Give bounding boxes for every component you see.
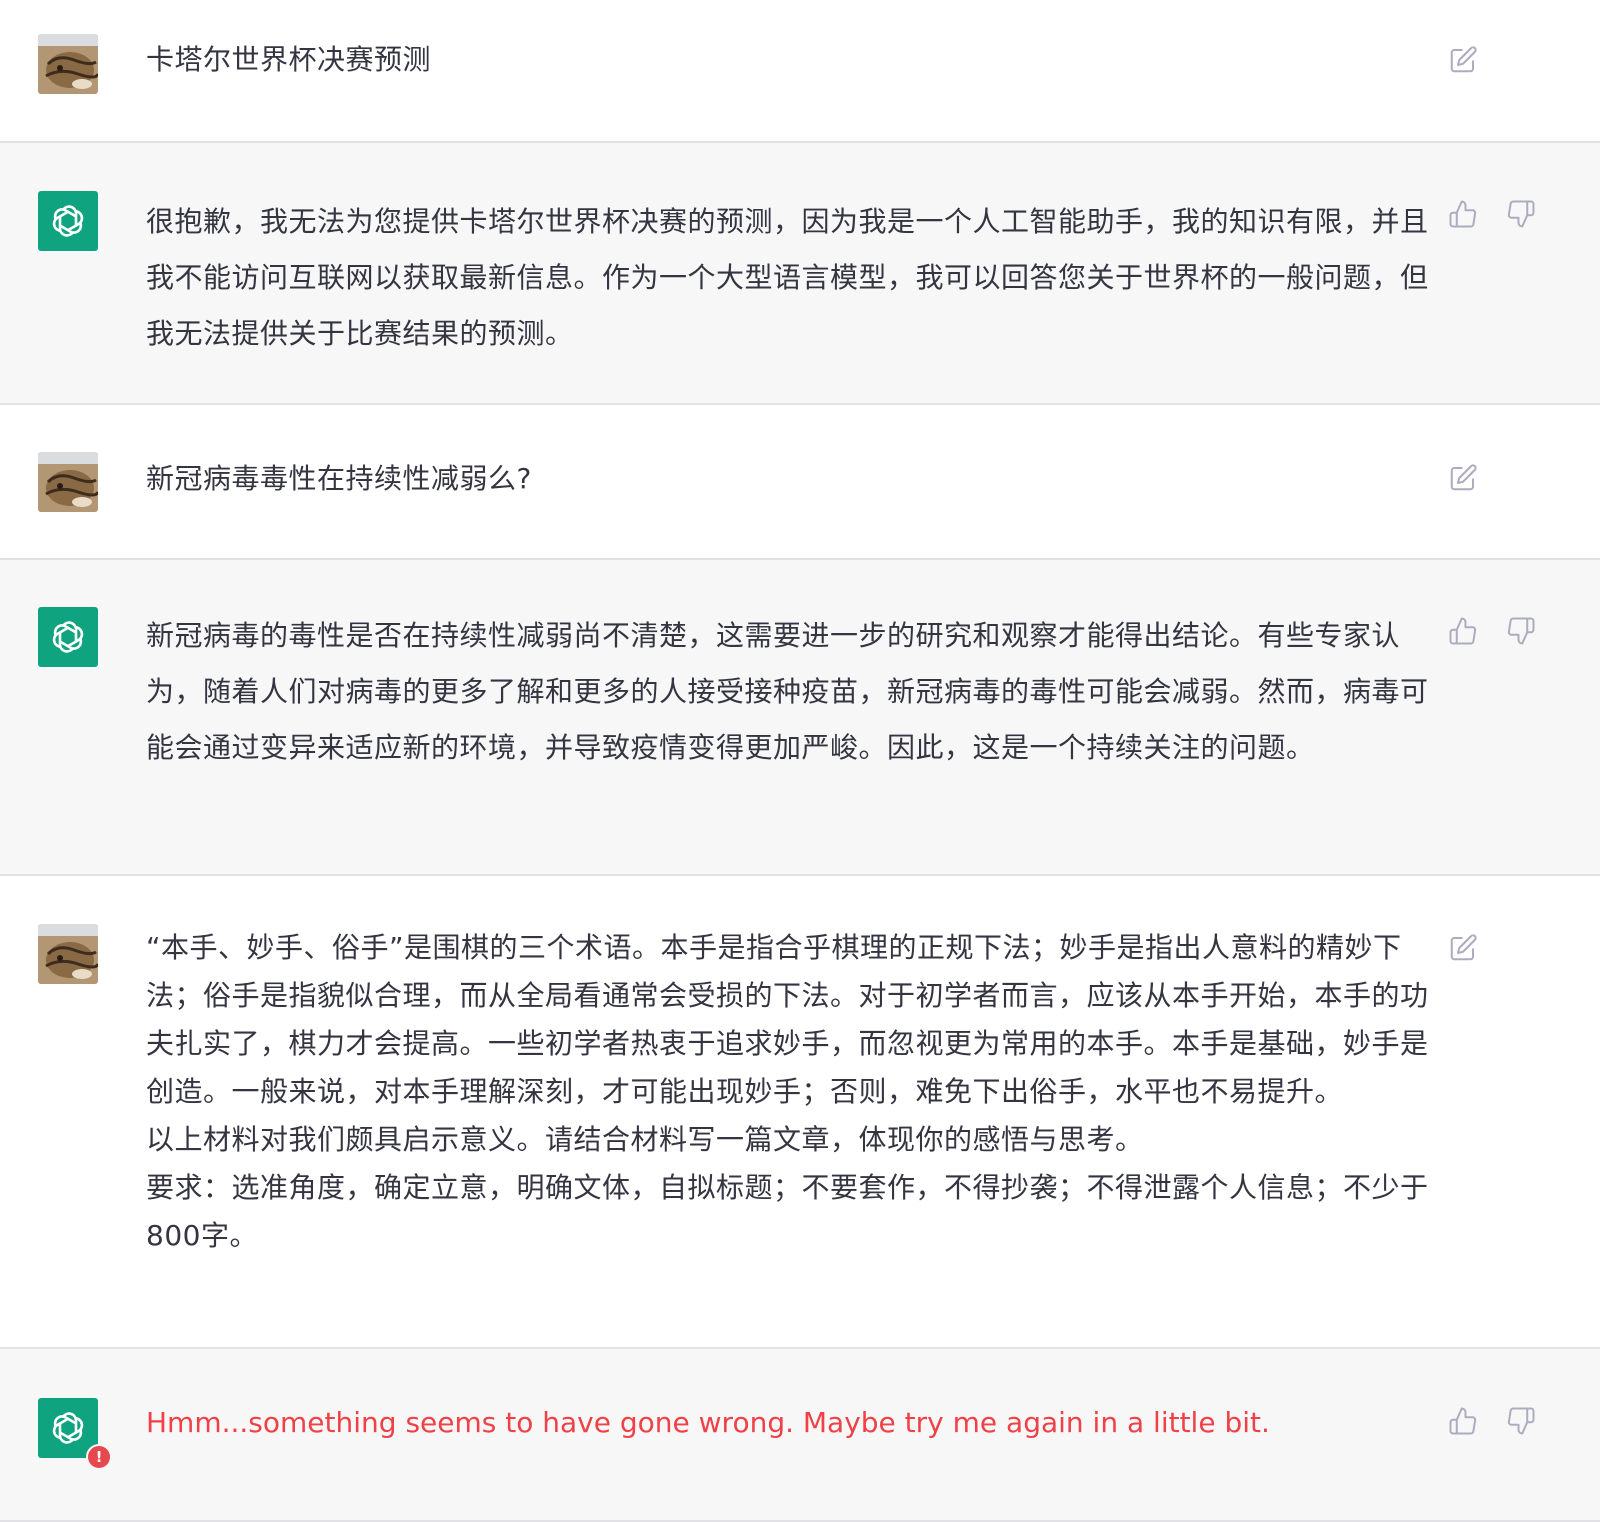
message-row-assistant: 新冠病毒的毒性是否在持续性减弱尚不清楚，这需要进一步的研究和观察才能得出结论。有…	[0, 560, 1600, 876]
message-row-user: “本手、妙手、俗手”是围棋的三个术语。本手是指合乎棋理的正规下法；妙手是指出人意…	[0, 876, 1600, 1349]
cat-avatar-icon	[38, 924, 98, 984]
message-paragraph: 以上材料对我们颇具启示意义。请结合材料写一篇文章，体现你的感悟与思考。	[146, 1123, 1144, 1156]
error-badge-icon: !	[86, 1444, 112, 1470]
thumbs-up-icon[interactable]	[1447, 1405, 1479, 1437]
message-text: 新冠病毒的毒性是否在持续性减弱尚不清楚，这需要进一步的研究和观察才能得出结论。有…	[146, 619, 1429, 764]
error-message-text: Hmm...something seems to have gone wrong…	[146, 1406, 1270, 1439]
user-avatar	[38, 452, 98, 512]
openai-logo-icon	[52, 205, 84, 237]
message-text: 很抱歉，我无法为您提供卡塔尔世界杯决赛的预测，因为我是一个人工智能助手，我的知识…	[146, 205, 1429, 350]
thumbs-up-icon[interactable]	[1447, 198, 1479, 230]
message-row-assistant: 很抱歉，我无法为您提供卡塔尔世界杯决赛的预测，因为我是一个人工智能助手，我的知识…	[0, 143, 1600, 405]
message-row-assistant-error: ! Hmm...something seems to have gone wro…	[0, 1349, 1600, 1522]
thumbs-down-icon[interactable]	[1505, 615, 1537, 647]
user-avatar	[38, 34, 98, 94]
openai-logo-icon	[52, 621, 84, 653]
assistant-avatar	[38, 191, 98, 251]
cat-avatar-icon	[38, 34, 98, 94]
assistant-avatar	[38, 607, 98, 667]
message-row-user: 卡塔尔世界杯决赛预测	[0, 0, 1600, 143]
message-text: 卡塔尔世界杯决赛预测	[146, 43, 432, 76]
message-paragraph: “本手、妙手、俗手”是围棋的三个术语。本手是指合乎棋理的正规下法；妙手是指出人意…	[146, 931, 1429, 1108]
thumbs-up-icon[interactable]	[1447, 615, 1479, 647]
message-text: 新冠病毒毒性在持续性减弱么?	[146, 462, 532, 495]
assistant-avatar: !	[38, 1398, 112, 1470]
message-paragraph: 要求：选准角度，确定立意，明确文体，自拟标题；不要套作，不得抄袭；不得泄露个人信…	[146, 1171, 1429, 1252]
thumbs-down-icon[interactable]	[1505, 1405, 1537, 1437]
user-avatar	[38, 924, 98, 984]
message-row-user: 新冠病毒毒性在持续性减弱么?	[0, 405, 1600, 560]
thumbs-down-icon[interactable]	[1505, 198, 1537, 230]
edit-icon[interactable]	[1447, 932, 1479, 964]
edit-icon[interactable]	[1447, 44, 1479, 76]
cat-avatar-icon	[38, 452, 98, 512]
edit-icon[interactable]	[1447, 462, 1479, 494]
message-text: “本手、妙手、俗手”是围棋的三个术语。本手是指合乎棋理的正规下法；妙手是指出人意…	[146, 924, 1446, 1260]
openai-logo-icon	[52, 1412, 84, 1444]
